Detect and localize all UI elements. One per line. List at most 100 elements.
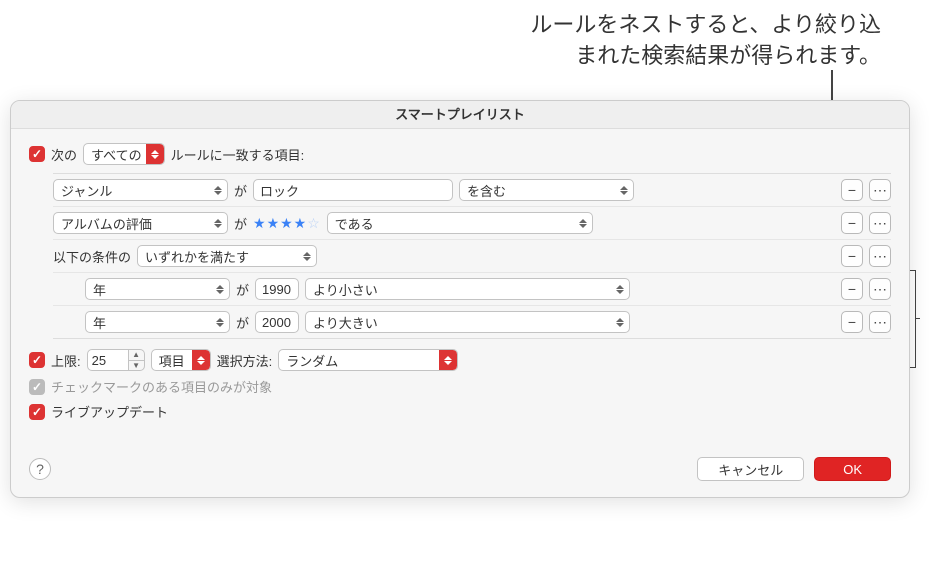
help-button[interactable]: ? xyxy=(29,458,51,480)
rule-field-value: 年 xyxy=(93,313,106,332)
ellipsis-icon: ⋯ xyxy=(873,249,887,263)
limit-checkbox[interactable] xyxy=(29,352,45,368)
rule-value-input[interactable]: ロック xyxy=(253,179,453,201)
remove-rule-button[interactable]: − xyxy=(841,245,863,267)
annotation-line1: ルールをネストすると、より絞り込 xyxy=(530,12,881,37)
rule-row: アルバムの評価 が ★★★★☆ である − ⋯ xyxy=(53,207,891,240)
remove-rule-button[interactable]: − xyxy=(841,311,863,333)
rule-row: 年 が 2000 より大きい − ⋯ xyxy=(53,306,891,338)
help-icon: ? xyxy=(36,461,44,477)
add-nested-rule-button[interactable]: ⋯ xyxy=(869,212,891,234)
rule-row: 年 が 1990 より小さい − ⋯ xyxy=(53,273,891,306)
annotation-text: ルールをネストすると、より絞り込 まれた検索結果が得られます。 xyxy=(401,10,881,72)
rule-field-select[interactable]: ジャンル xyxy=(53,179,228,201)
remove-rule-button[interactable]: − xyxy=(841,212,863,234)
minus-icon: − xyxy=(848,216,856,230)
limit-stepper-group: 25 ▲ ▼ xyxy=(87,349,145,371)
chevron-up-icon: ▲ xyxy=(129,350,144,361)
remove-rule-button[interactable]: − xyxy=(841,278,863,300)
live-update-checkbox[interactable] xyxy=(29,404,45,420)
limit-label: 上限: xyxy=(51,351,81,370)
match-suffix-label: ルールに一致する項目: xyxy=(171,145,305,164)
double-caret-icon xyxy=(611,279,629,299)
annotation-bracket-tick xyxy=(915,318,920,319)
rule-field-value: アルバムの評価 xyxy=(61,214,152,233)
minus-icon: − xyxy=(848,315,856,329)
remove-rule-button[interactable]: − xyxy=(841,179,863,201)
rule-condition-select[interactable]: より小さい xyxy=(305,278,630,300)
annotation-line2: まれた検索結果が得られます。 xyxy=(575,43,881,68)
double-caret-icon xyxy=(574,213,592,233)
add-nested-rule-button[interactable]: ⋯ xyxy=(869,179,891,201)
group-mode-value: いずれかを満たす xyxy=(145,247,249,266)
cancel-button[interactable]: キャンセル xyxy=(697,457,804,481)
double-caret-icon xyxy=(611,312,629,332)
window-title: スマートプレイリスト xyxy=(11,101,909,129)
dialog-footer: ? キャンセル OK xyxy=(11,447,909,497)
group-label: 以下の条件の xyxy=(53,247,131,266)
limit-method-label: 選択方法: xyxy=(217,351,273,370)
limit-method-value: ランダム xyxy=(286,351,338,370)
rule-value-text: 1990 xyxy=(262,282,291,297)
rule-condition-select[interactable]: より大きい xyxy=(305,311,630,333)
rule-row: ジャンル が ロック を含む − ⋯ xyxy=(53,174,891,207)
rule-field-select[interactable]: アルバムの評価 xyxy=(53,212,228,234)
rule-connector: が xyxy=(236,280,249,299)
cancel-button-label: キャンセル xyxy=(718,460,783,479)
rule-value-input[interactable]: 1990 xyxy=(255,278,299,300)
minus-icon: − xyxy=(848,183,856,197)
double-caret-icon xyxy=(209,213,227,233)
checked-only-label: チェックマークのある項目のみが対象 xyxy=(51,377,272,396)
rule-field-value: ジャンル xyxy=(61,181,112,200)
rule-condition-value: より小さい xyxy=(313,280,378,299)
rule-condition-value: である xyxy=(335,214,374,233)
live-update-row: ライブアップデート xyxy=(29,402,891,421)
rule-condition-value: より大きい xyxy=(313,313,378,332)
ellipsis-icon: ⋯ xyxy=(873,315,887,329)
limit-row: 上限: 25 ▲ ▼ 項目 選択方法: ランダム xyxy=(29,349,891,371)
limit-stepper[interactable]: ▲ ▼ xyxy=(129,349,145,371)
group-mode-select[interactable]: いずれかを満たす xyxy=(137,245,317,267)
ok-button[interactable]: OK xyxy=(814,457,891,481)
rule-condition-value: を含む xyxy=(467,181,506,200)
add-nested-rule-button[interactable]: ⋯ xyxy=(869,245,891,267)
limit-method-select[interactable]: ランダム xyxy=(278,349,458,371)
add-nested-rule-button[interactable]: ⋯ xyxy=(869,278,891,300)
rule-condition-select[interactable]: を含む xyxy=(459,179,634,201)
rule-field-select[interactable]: 年 xyxy=(85,278,230,300)
window-content: 次の すべての ルールに一致する項目: ジャンル が ロック を含む xyxy=(11,129,909,441)
limit-unit-select[interactable]: 項目 xyxy=(151,349,211,371)
rule-condition-select[interactable]: である xyxy=(327,212,594,234)
limit-value-input[interactable]: 25 xyxy=(87,349,129,371)
rule-value-input[interactable]: 2000 xyxy=(255,311,299,333)
add-nested-rule-button[interactable]: ⋯ xyxy=(869,311,891,333)
double-caret-icon xyxy=(211,279,229,299)
double-caret-icon xyxy=(615,180,633,200)
checked-only-checkbox xyxy=(29,379,45,395)
limit-value-text: 25 xyxy=(92,353,106,368)
rule-field-value: 年 xyxy=(93,280,106,299)
double-caret-icon xyxy=(298,246,316,266)
ellipsis-icon: ⋯ xyxy=(873,282,887,296)
ok-button-label: OK xyxy=(843,462,862,477)
rule-value-text: 2000 xyxy=(262,315,291,330)
double-caret-icon xyxy=(192,350,210,370)
match-scope-value: すべての xyxy=(91,145,142,164)
rule-field-select[interactable]: 年 xyxy=(85,311,230,333)
checked-only-row: チェックマークのある項目のみが対象 xyxy=(29,377,891,396)
double-caret-icon xyxy=(209,180,227,200)
double-caret-icon xyxy=(146,144,164,164)
rule-connector: が xyxy=(234,181,247,200)
rules-area: ジャンル が ロック を含む − ⋯ アルバムの評価 xyxy=(53,173,891,339)
double-caret-icon xyxy=(439,350,457,370)
limit-unit-value: 項目 xyxy=(159,351,185,370)
live-update-label: ライブアップデート xyxy=(51,402,168,421)
minus-icon: − xyxy=(848,249,856,263)
ellipsis-icon: ⋯ xyxy=(873,183,887,197)
match-prefix-label: 次の xyxy=(51,145,77,164)
ellipsis-icon: ⋯ xyxy=(873,216,887,230)
chevron-down-icon: ▼ xyxy=(129,361,144,371)
match-checkbox[interactable] xyxy=(29,146,45,162)
rating-stars[interactable]: ★★★★☆ xyxy=(253,215,321,232)
match-scope-select[interactable]: すべての xyxy=(83,143,165,165)
